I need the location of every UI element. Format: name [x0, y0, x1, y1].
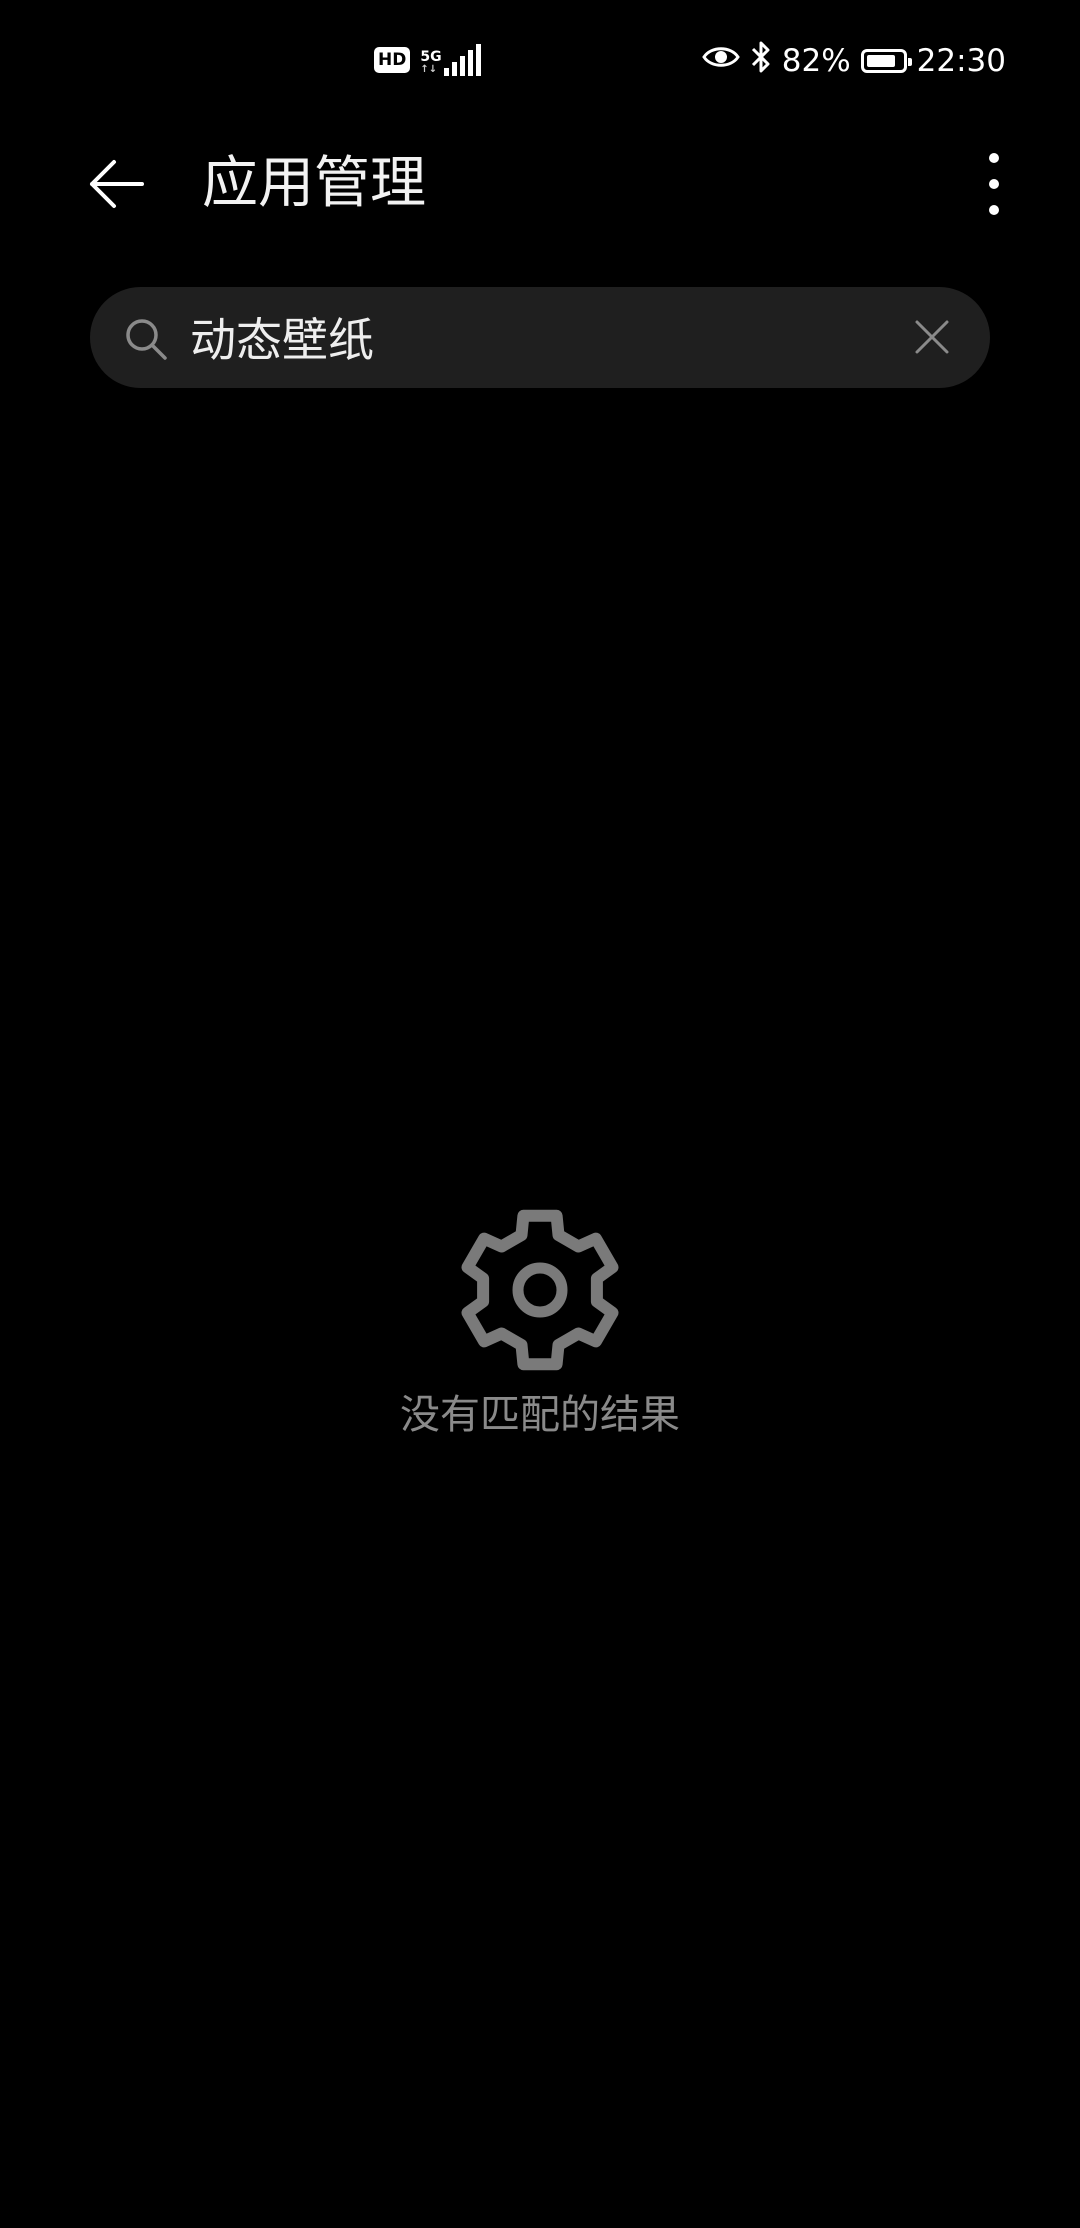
arrow-left-icon: [90, 160, 144, 208]
status-bar: HD 5G ↑↓ 82% 22:30: [0, 0, 1080, 124]
eye-comfort-icon: [701, 43, 740, 79]
battery-percent: 82%: [781, 43, 851, 79]
network-indicator: 5G ↑↓: [420, 44, 481, 76]
status-network-group: HD 5G ↑↓: [374, 44, 481, 76]
page-title: 应用管理: [202, 151, 426, 216]
search-icon: [126, 319, 167, 360]
gear-outline: [461, 1209, 619, 1371]
network-activity-arrows: ↑↓: [420, 64, 438, 75]
network-type: 5G ↑↓: [420, 50, 441, 76]
clear-search-button[interactable]: [908, 313, 956, 361]
no-results-message: 没有匹配的结果: [400, 1392, 680, 1438]
network-type-label: 5G: [420, 49, 442, 65]
more-options-button[interactable]: [962, 146, 1026, 222]
battery-fill: [866, 55, 895, 67]
search-input[interactable]: [190, 305, 890, 369]
gear-icon: [461, 1209, 619, 1371]
bluetooth-icon: [750, 40, 772, 82]
search-bar[interactable]: [90, 287, 990, 388]
battery-cap: [907, 58, 912, 66]
close-icon: [915, 320, 949, 354]
app-bar: 应用管理: [0, 124, 1080, 244]
empty-state: 没有匹配的结果: [0, 1205, 1080, 1443]
back-button[interactable]: [84, 148, 164, 220]
status-time: 22:30: [916, 43, 1006, 79]
signal-icon: [443, 44, 481, 76]
more-vertical-icon: [989, 153, 999, 215]
battery-icon: [860, 49, 912, 73]
hd-voice-badge: HD: [374, 47, 411, 73]
status-right-group: 82% 22:30: [701, 40, 1006, 82]
